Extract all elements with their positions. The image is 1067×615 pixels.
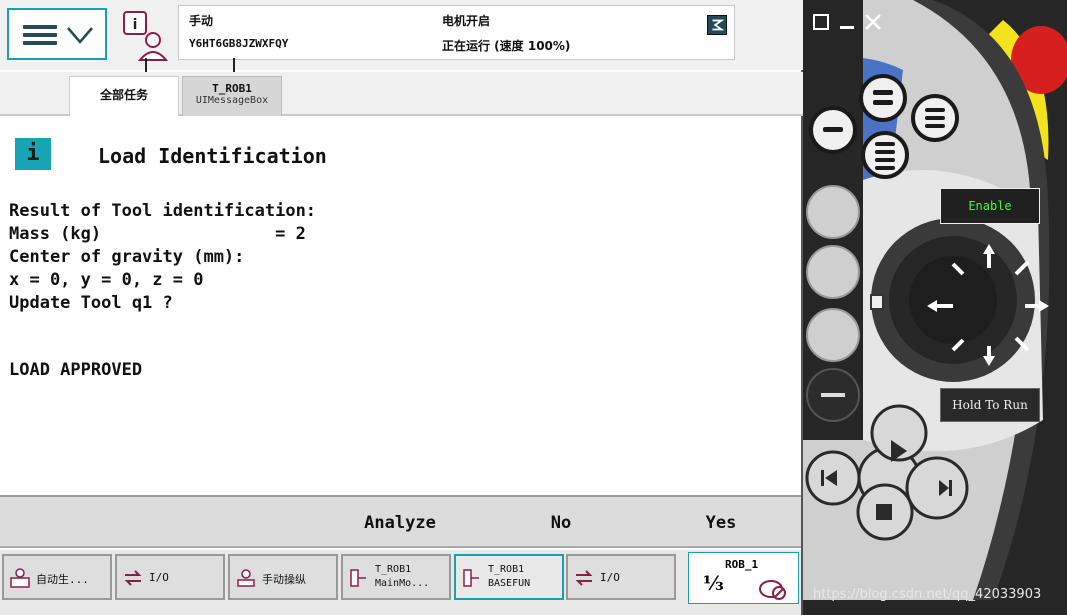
- io-icon: [124, 570, 142, 586]
- tab-all-tasks[interactable]: 全部任务: [69, 76, 179, 116]
- close-icon[interactable]: [863, 12, 883, 32]
- production-icon: [10, 568, 30, 588]
- event-log-icon[interactable]: i: [120, 8, 170, 64]
- taskbar-io-window[interactable]: I/O: [115, 554, 225, 600]
- taskbar-label: I/O: [600, 571, 620, 584]
- chevron-down-icon: [67, 27, 93, 44]
- top-bar: i 手动 Y6HT6GB8JZWXFQY 电机开启 正在运行 (速度 100%): [0, 0, 803, 74]
- message-title: Load Identification: [98, 144, 327, 168]
- taskbar-production-window[interactable]: 自动生...: [2, 554, 112, 600]
- taskbar-label: 自动生...: [36, 573, 89, 586]
- status-bar[interactable]: 手动 Y6HT6GB8JZWXFQY 电机开启 正在运行 (速度 100%): [178, 5, 735, 60]
- watermark: https://blog.csdn.net/qq_42033903: [813, 587, 1042, 602]
- hold-to-run-label: Hold To Run: [940, 388, 1040, 422]
- jogging-icon: [237, 569, 255, 587]
- run-status: 正在运行 (速度 100%): [442, 39, 571, 53]
- taskbar-program-basefun[interactable]: T_ROB1 BASEFUN: [454, 554, 564, 600]
- pendant-hardware: Enable Hold To Run https://blog.csdn.net…: [803, 0, 1067, 615]
- task-tabs: 全部任务 T_ROB1 UIMessageBox: [0, 72, 803, 116]
- no-button[interactable]: No: [481, 497, 641, 548]
- tab-subtitle: UIMessageBox: [195, 95, 269, 106]
- main-menu-button[interactable]: [7, 8, 107, 60]
- taskbar-label: I/O: [149, 571, 169, 584]
- tab-t-rob1[interactable]: T_ROB1 UIMessageBox: [182, 76, 282, 116]
- io-icon: [575, 570, 593, 586]
- pendant-body: [803, 0, 1067, 600]
- minimize-icon[interactable]: [837, 12, 857, 32]
- message-body: Result of Tool identification: Mass (kg)…: [9, 201, 317, 313]
- svg-text:i: i: [133, 17, 138, 33]
- restore-icon[interactable]: [811, 12, 831, 32]
- window-controls: [811, 12, 889, 36]
- system-name: Y6HT6GB8JZWXFQY: [189, 37, 289, 50]
- coordinate-system-icon: [759, 580, 786, 600]
- analyze-button[interactable]: Analyze: [320, 497, 480, 548]
- taskbar-label: T_ROB1 MainMo...: [375, 564, 430, 589]
- hamburger-icon: [23, 25, 57, 45]
- quickset-icon[interactable]: [707, 15, 727, 35]
- program-icon: [463, 569, 479, 587]
- action-button-bar: Analyze No Yes: [0, 495, 801, 548]
- robot-label: ROB_1: [725, 558, 759, 571]
- taskbar-jogging-window[interactable]: 手动操纵: [228, 554, 338, 600]
- flexpendant-screen: i 手动 Y6HT6GB8JZWXFQY 电机开启 正在运行 (速度 100%)…: [0, 0, 803, 615]
- speed-fraction: ⅓: [703, 571, 724, 595]
- info-icon: i: [15, 138, 51, 170]
- enable-label: Enable: [940, 188, 1040, 224]
- message-box: i Load Identification Result of Tool ide…: [0, 118, 801, 495]
- taskbar-program-mainmodule[interactable]: T_ROB1 MainMo...: [341, 554, 451, 600]
- taskbar: 自动生... I/O 手动操纵 T_ROB1 MainMo... T_ROB1 …: [0, 550, 801, 615]
- taskbar-io-window-2[interactable]: I/O: [566, 554, 676, 600]
- tab-title: T_ROB1: [212, 82, 252, 95]
- taskbar-label: T_ROB1 BASEFUN: [488, 564, 531, 589]
- motor-status: 电机开启: [442, 14, 491, 28]
- message-footer: LOAD APPROVED: [9, 360, 143, 380]
- program-icon: [350, 569, 366, 587]
- yes-button[interactable]: Yes: [641, 497, 801, 548]
- taskbar-label: 手动操纵: [262, 573, 306, 586]
- quickset-robot-status[interactable]: ROB_1 ⅓: [688, 552, 799, 604]
- operating-mode: 手动: [189, 14, 214, 28]
